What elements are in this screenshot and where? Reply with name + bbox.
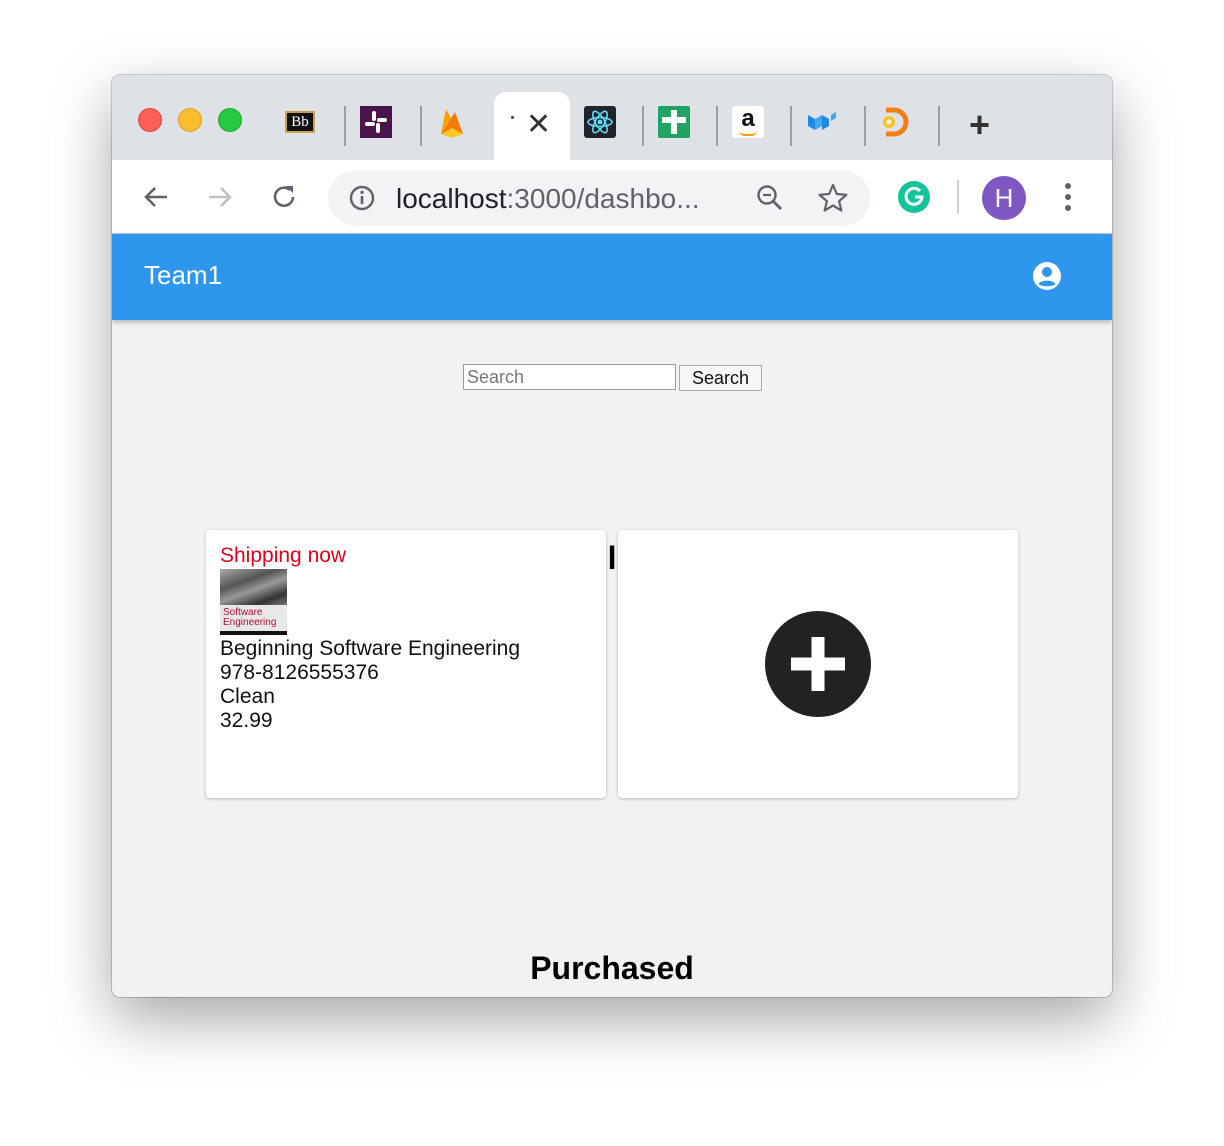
browser-toolbar: localhost:3000/dashbo... H <box>112 160 1112 234</box>
back-button[interactable] <box>139 180 173 214</box>
forward-button[interactable] <box>203 180 237 214</box>
tab-separator <box>790 106 792 146</box>
tab-amazon[interactable]: a <box>732 106 764 138</box>
tab-separator <box>344 106 346 146</box>
tab-active[interactable]: ✕ <box>494 92 570 160</box>
profile-initial: H <box>994 182 1014 213</box>
tab-blackboard[interactable]: Bb <box>284 106 316 138</box>
tab-separator <box>420 106 422 146</box>
firebase-icon <box>441 109 463 138</box>
grammarly-icon[interactable] <box>897 180 931 214</box>
listing-title: Beginning Software Engineering <box>220 637 521 660</box>
tab-favicon <box>511 116 514 119</box>
toolbar-separator <box>957 180 959 214</box>
add-listing-card[interactable] <box>618 530 1018 798</box>
book-cover-image: Software Engineering <box>220 569 287 635</box>
listing-details: Beginning Software Engineering 978-81265… <box>220 637 520 733</box>
google-sheets-icon <box>658 106 690 138</box>
more-vert-icon[interactable] <box>1058 180 1078 214</box>
material-ui-icon <box>808 112 836 130</box>
tab-separator <box>642 106 644 146</box>
drip-icon <box>883 107 909 137</box>
search-input[interactable] <box>463 364 676 390</box>
react-icon <box>584 106 616 138</box>
close-window-button[interactable] <box>138 108 162 132</box>
reload-icon <box>273 186 295 207</box>
minimize-window-button[interactable] <box>178 108 202 132</box>
browser-window: Bb ✕ a + localhost:3000/dashbo... H Team… <box>112 75 1112 997</box>
tab-sheets[interactable] <box>658 106 690 138</box>
tab-react[interactable] <box>584 106 616 138</box>
zoom-icon[interactable] <box>755 183 785 213</box>
tab-separator <box>716 106 718 146</box>
address-bar[interactable]: localhost:3000/dashbo... <box>328 170 870 226</box>
tab-drip[interactable] <box>878 106 910 138</box>
tab-separator <box>938 106 940 146</box>
slack-icon <box>360 106 392 138</box>
back-arrow-icon <box>144 187 167 207</box>
listing-price: 32.99 <box>220 709 273 732</box>
new-tab-button[interactable]: + <box>969 107 990 143</box>
listing-isbn: 978-8126555376 <box>220 661 379 684</box>
dashboard-content: Search Selling Shipping now Software Eng… <box>112 320 1112 997</box>
tab-separator <box>864 106 866 146</box>
account-circle-icon[interactable] <box>1032 261 1062 291</box>
info-icon[interactable] <box>348 184 376 212</box>
app-brand[interactable]: Team1 <box>144 260 222 291</box>
tab-material-ui[interactable] <box>806 106 838 138</box>
bookmark-star-icon[interactable] <box>817 182 849 214</box>
reload-button[interactable] <box>267 180 301 214</box>
close-tab-icon[interactable]: ✕ <box>526 110 551 140</box>
plus-icon <box>791 637 845 691</box>
app-bar: Team1 <box>112 234 1112 320</box>
zoom-window-button[interactable] <box>218 108 242 132</box>
blackboard-icon: Bb <box>285 111 315 133</box>
url-text[interactable]: localhost:3000/dashbo... <box>396 183 700 215</box>
search-button[interactable]: Search <box>679 365 762 391</box>
tab-slack[interactable] <box>360 106 392 138</box>
listing-status: Shipping now <box>220 544 347 567</box>
tab-strip: Bb ✕ a + <box>112 75 1112 160</box>
listing-condition: Clean <box>220 685 275 708</box>
amazon-icon: a <box>732 106 764 138</box>
forward-arrow-icon <box>209 187 232 207</box>
profile-avatar[interactable]: H <box>982 176 1026 220</box>
listing-card[interactable]: Shipping now Software Engineering Beginn… <box>206 530 606 798</box>
add-listing-button[interactable] <box>765 611 871 717</box>
purchased-heading: Purchased <box>530 950 694 986</box>
tab-firebase[interactable] <box>436 106 468 138</box>
